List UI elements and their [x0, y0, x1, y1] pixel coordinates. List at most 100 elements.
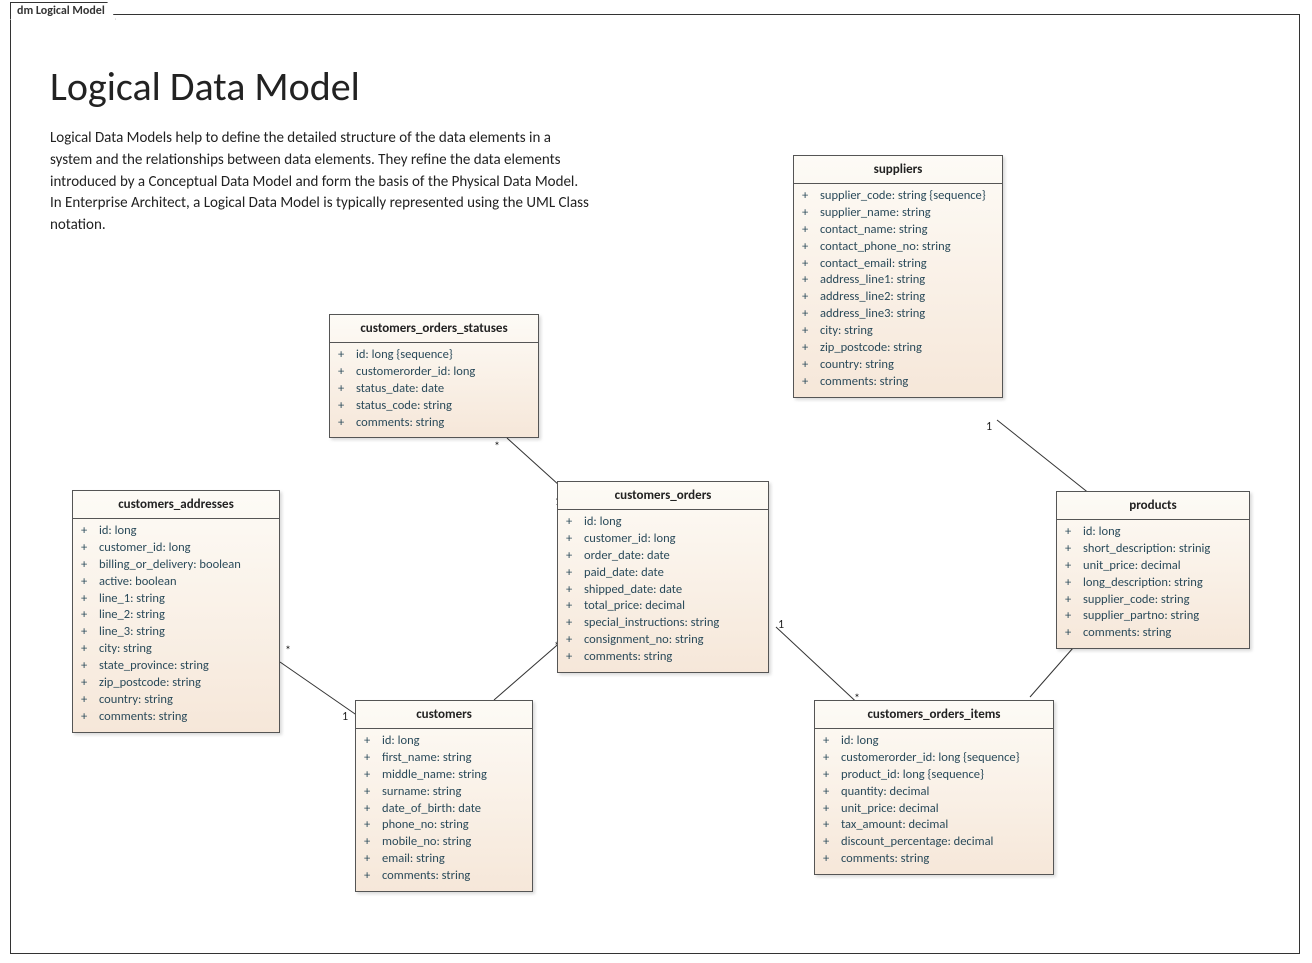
visibility-plus-icon: +	[81, 607, 99, 624]
attribute-row: +discount_percentage: decimal	[823, 834, 1045, 851]
attribute-row: +state_province: string	[81, 658, 271, 675]
visibility-plus-icon: +	[81, 574, 99, 591]
mult-suppliers-1: 1	[984, 420, 994, 434]
attribute-row: +address_line2: string	[802, 289, 994, 306]
attribute-label: active: boolean	[99, 574, 271, 591]
attribute-row: +status_date: date	[338, 381, 530, 398]
attribute-label: address_line2: string	[820, 289, 994, 306]
visibility-plus-icon: +	[338, 347, 356, 364]
attribute-row: +id: long	[364, 733, 524, 750]
attribute-label: comments: string	[1083, 625, 1241, 642]
visibility-plus-icon: +	[364, 801, 382, 818]
attribute-label: id: long	[1083, 524, 1241, 541]
visibility-plus-icon: +	[1065, 558, 1083, 575]
mult-orders-1b: 1	[776, 618, 786, 632]
visibility-plus-icon: +	[566, 582, 584, 599]
attribute-label: quantity: decimal	[841, 784, 1045, 801]
entity-customers-addresses[interactable]: customers_addresses +id: long+customer_i…	[72, 490, 280, 733]
visibility-plus-icon: +	[364, 834, 382, 851]
attribute-row: +unit_price: decimal	[1065, 558, 1241, 575]
attribute-row: +active: boolean	[81, 574, 271, 591]
attribute-row: +id: long	[1065, 524, 1241, 541]
visibility-plus-icon: +	[1065, 592, 1083, 609]
attribute-label: state_province: string	[99, 658, 271, 675]
attribute-row: +tax_amount: decimal	[823, 817, 1045, 834]
attribute-label: zip_postcode: string	[820, 340, 994, 357]
visibility-plus-icon: +	[338, 364, 356, 381]
attribute-label: special_instructions: string	[584, 615, 760, 632]
visibility-plus-icon: +	[81, 591, 99, 608]
attribute-label: id: long	[99, 523, 271, 540]
entity-attrs: +id: long+short_description: strinig+uni…	[1057, 520, 1249, 648]
attribute-label: date_of_birth: date	[382, 801, 524, 818]
visibility-plus-icon: +	[364, 868, 382, 885]
attribute-label: tax_amount: decimal	[841, 817, 1045, 834]
attribute-row: +comments: string	[338, 415, 530, 432]
attribute-label: city: string	[820, 323, 994, 340]
attribute-label: first_name: string	[382, 750, 524, 767]
attribute-row: +supplier_partno: string	[1065, 608, 1241, 625]
attribute-label: email: string	[382, 851, 524, 868]
visibility-plus-icon: +	[802, 289, 820, 306]
mult-customers-1a: 1	[340, 710, 350, 724]
attribute-row: +line_3: string	[81, 624, 271, 641]
attribute-row: +shipped_date: date	[566, 582, 760, 599]
attribute-label: consignment_no: string	[584, 632, 760, 649]
attribute-label: country: string	[820, 357, 994, 374]
attribute-label: line_3: string	[99, 624, 271, 641]
attribute-label: surname: string	[382, 784, 524, 801]
entity-customers-orders[interactable]: customers_orders +id: long+customer_id: …	[557, 481, 769, 673]
attribute-label: unit_price: decimal	[1083, 558, 1241, 575]
attribute-row: +middle_name: string	[364, 767, 524, 784]
attribute-label: contact_name: string	[820, 222, 994, 239]
entity-customers-orders-statuses[interactable]: customers_orders_statuses +id: long {seq…	[329, 314, 539, 438]
attribute-row: +customerorder_id: long {sequence}	[823, 750, 1045, 767]
diagram-canvas: dm Logical Model Logical Data Model Logi…	[0, 0, 1312, 963]
visibility-plus-icon: +	[566, 649, 584, 666]
attribute-label: address_line1: string	[820, 272, 994, 289]
attribute-label: short_description: strinig	[1083, 541, 1241, 558]
entity-customers-orders-items[interactable]: customers_orders_items +id: long+custome…	[814, 700, 1054, 875]
entity-products[interactable]: products +id: long+short_description: st…	[1056, 491, 1250, 649]
attribute-row: +supplier_code: string	[1065, 592, 1241, 609]
attribute-label: supplier_name: string	[820, 205, 994, 222]
attribute-label: contact_email: string	[820, 256, 994, 273]
attribute-row: +id: long	[566, 514, 760, 531]
visibility-plus-icon: +	[802, 306, 820, 323]
attribute-row: +paid_date: date	[566, 565, 760, 582]
attribute-label: billing_or_delivery: boolean	[99, 557, 271, 574]
visibility-plus-icon: +	[566, 531, 584, 548]
entity-attrs: +supplier_code: string {sequence}+suppli…	[794, 184, 1002, 397]
attribute-label: status_code: string	[356, 398, 530, 415]
mult-addresses-star: *	[283, 644, 293, 658]
entity-attrs: +id: long+customer_id: long+order_date: …	[558, 510, 768, 672]
attribute-label: contact_phone_no: string	[820, 239, 994, 256]
attribute-row: +customerorder_id: long	[338, 364, 530, 381]
attribute-label: city: string	[99, 641, 271, 658]
visibility-plus-icon: +	[81, 624, 99, 641]
visibility-plus-icon: +	[802, 188, 820, 205]
attribute-row: +email: string	[364, 851, 524, 868]
visibility-plus-icon: +	[81, 641, 99, 658]
attribute-row: +country: string	[802, 357, 994, 374]
visibility-plus-icon: +	[802, 205, 820, 222]
attribute-row: +quantity: decimal	[823, 784, 1045, 801]
attribute-row: +line_1: string	[81, 591, 271, 608]
entity-title: customers	[356, 701, 532, 729]
visibility-plus-icon: +	[338, 415, 356, 432]
attribute-row: +comments: string	[364, 868, 524, 885]
visibility-plus-icon: +	[823, 750, 841, 767]
attribute-label: customer_id: long	[99, 540, 271, 557]
attribute-label: customer_id: long	[584, 531, 760, 548]
entity-suppliers[interactable]: suppliers +supplier_code: string {sequen…	[793, 155, 1003, 398]
visibility-plus-icon: +	[81, 557, 99, 574]
mult-statuses-star: *	[492, 440, 502, 454]
visibility-plus-icon: +	[802, 222, 820, 239]
visibility-plus-icon: +	[1065, 524, 1083, 541]
entity-customers[interactable]: customers +id: long + first_name: string+m…	[355, 700, 533, 892]
visibility-plus-icon: +	[802, 357, 820, 374]
attribute-label: line_2: string	[99, 607, 271, 624]
attribute-label: comments: string	[820, 374, 994, 391]
attribute-row: +order_date: date	[566, 548, 760, 565]
attribute-label: address_line3: string	[820, 306, 994, 323]
